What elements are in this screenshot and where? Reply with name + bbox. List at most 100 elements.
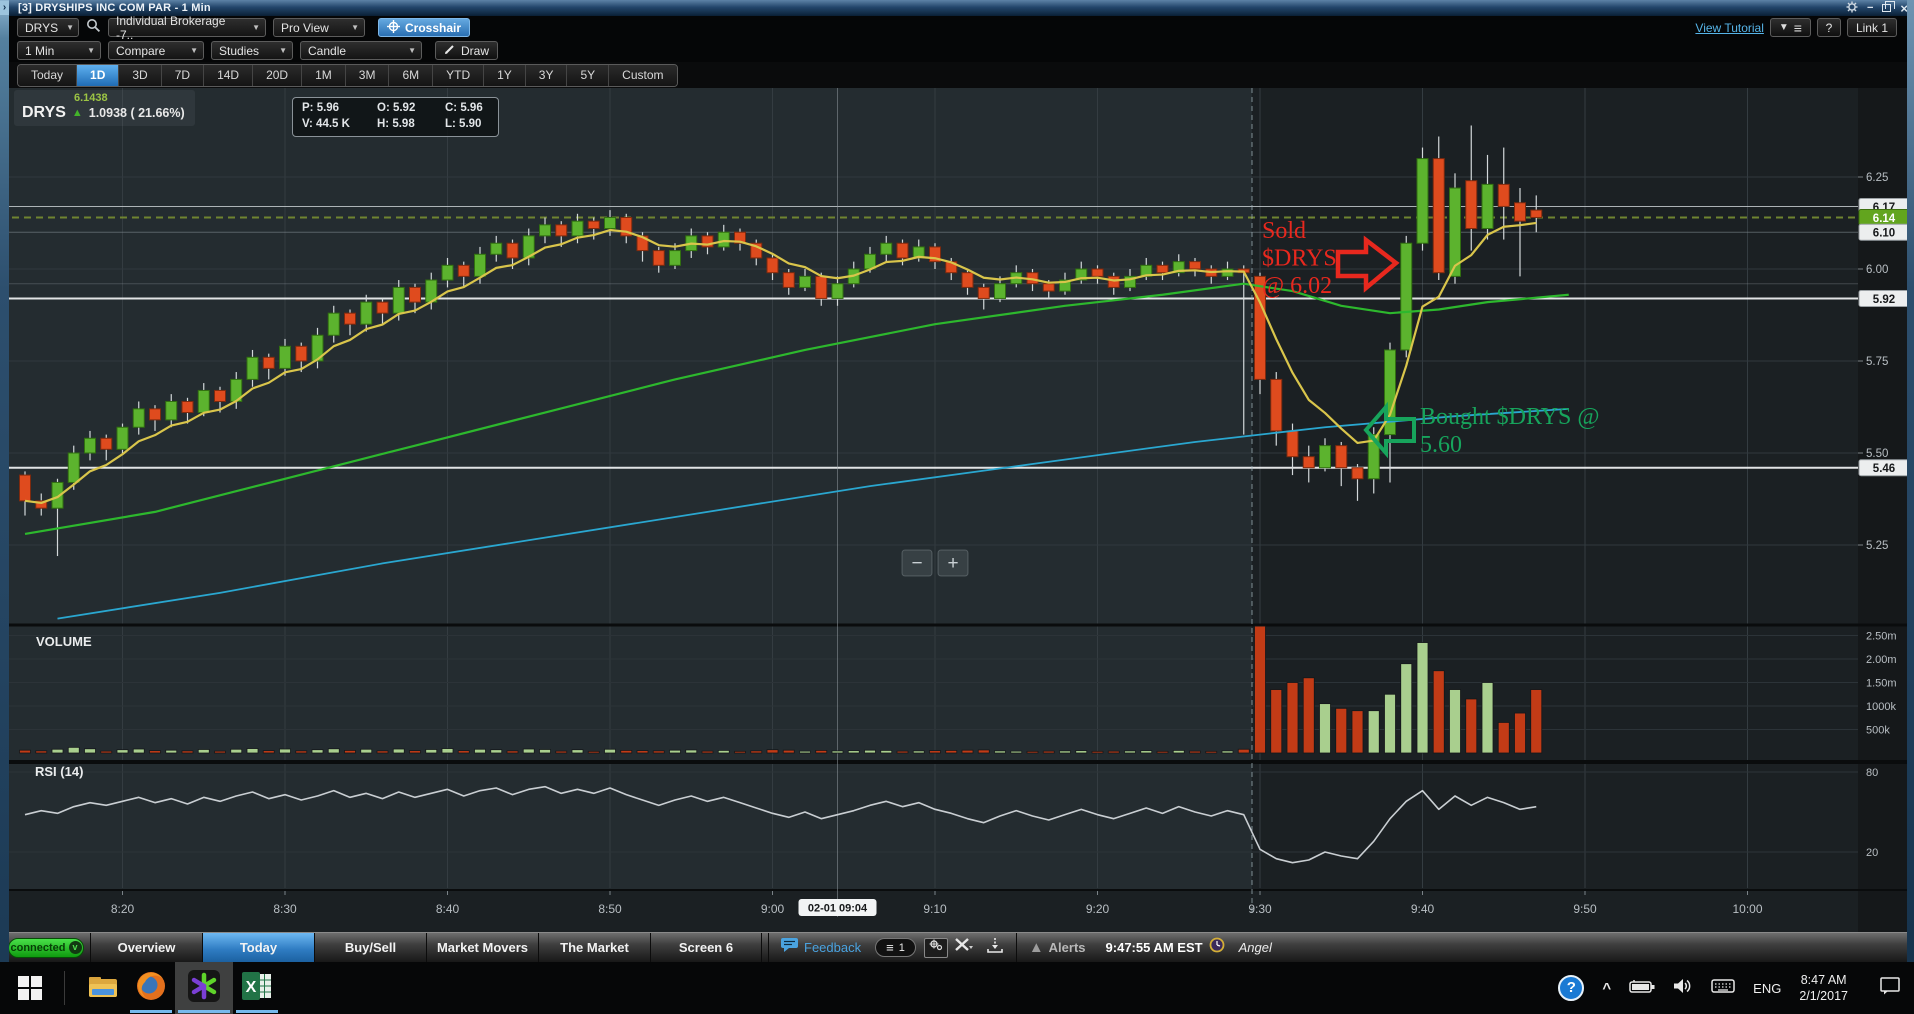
download-icon — [986, 937, 1004, 958]
language-indicator[interactable]: ENG — [1753, 981, 1781, 996]
time-axis-label: 8:50 — [598, 902, 622, 916]
list-icon: ≡ — [886, 940, 894, 955]
interval-select[interactable]: 1 Min ▼ — [17, 41, 101, 60]
status-tab-screen-6[interactable]: Screen 6 — [650, 932, 762, 963]
user-name: Angel — [1238, 940, 1272, 955]
range-tab-ytd[interactable]: YTD — [433, 64, 485, 86]
help-tray-icon[interactable]: ? — [1558, 975, 1585, 1001]
time-axis-label: 8:30 — [273, 902, 297, 916]
gears-icon — [928, 938, 944, 957]
range-tab-7d[interactable]: 7D — [161, 64, 205, 86]
excel-button[interactable]: X — [233, 962, 281, 1014]
ohlc-tooltip: P: 5.96 O: 5.92 C: 5.96 V: 44.5 K H: 5.9… — [292, 97, 499, 137]
range-tab-1y[interactable]: 1Y — [484, 64, 526, 86]
help-button[interactable]: ? — [1816, 18, 1841, 37]
alerts-button[interactable]: ▲ Alerts — [1029, 939, 1086, 956]
quote-badge: 6.1438 DRYS ▲ 1.0938 ( 21.66%) — [14, 90, 195, 126]
range-tab-custom[interactable]: Custom — [609, 64, 677, 86]
export-button[interactable] — [986, 937, 1004, 958]
tooltip-volume: V: 44.5 K — [302, 118, 350, 130]
restore-button[interactable] — [1882, 1, 1896, 12]
range-tab-3y[interactable]: 3Y — [525, 64, 568, 86]
crosshair-time-label: 02-01 09:04 — [808, 903, 868, 915]
taskbar-divider — [64, 971, 65, 1005]
range-tab-3m[interactable]: 3M — [345, 64, 390, 86]
draw-button[interactable]: Draw — [435, 41, 499, 60]
layout-menu-button[interactable]: ▼ ≡ — [1769, 18, 1811, 37]
volume-axis-label: 2.50m — [1866, 631, 1897, 643]
price-axis-label: 6.00 — [1866, 264, 1888, 276]
time-axis-label: 10:00 — [1732, 902, 1762, 916]
price-tag-label: 5.46 — [1873, 463, 1895, 475]
svg-text:X: X — [246, 979, 257, 996]
rsi-axis-label: 80 — [1866, 767, 1878, 779]
firefox-button[interactable] — [127, 962, 175, 1014]
tools-icon — [954, 937, 974, 958]
right-panel-handle[interactable] — [1907, 0, 1914, 962]
rsi-axis-label: 20 — [1866, 847, 1878, 859]
sold-annotation-text: $DRYS — [1262, 246, 1337, 272]
range-tab-3d[interactable]: 3D — [119, 64, 162, 86]
minimize-button[interactable]: − — [1867, 2, 1873, 14]
start-button[interactable] — [6, 962, 54, 1014]
status-tab-overview[interactable]: Overview — [90, 932, 202, 963]
windows-logo-icon — [18, 976, 42, 1000]
last-price: 6.1438 — [74, 92, 108, 104]
tooltip-prev: P: 5.96 — [302, 102, 340, 114]
status-tab-the-market[interactable]: The Market — [538, 932, 650, 963]
rsi-pane-label: RSI (14) — [35, 764, 84, 779]
time-axis-label: 8:20 — [111, 902, 135, 916]
feedback-button[interactable]: Feedback — [781, 937, 861, 958]
tray-chevron-icon[interactable]: ^ — [1602, 980, 1611, 997]
link1-button[interactable]: Link 1 — [1846, 18, 1897, 37]
range-tab-1m[interactable]: 1M — [302, 64, 346, 86]
order-queue-button[interactable]: ≡ 1 — [875, 938, 916, 957]
chart-type-select[interactable]: Candle ▼ — [300, 41, 422, 60]
status-tab-buy-sell[interactable]: Buy/Sell — [314, 932, 426, 963]
active-indicator — [178, 1010, 230, 1013]
gadgets-button[interactable] — [923, 937, 948, 958]
taskbar-clock[interactable]: 8:47 AM 2/1/2017 — [1799, 972, 1848, 1004]
connection-status[interactable]: connected v — [8, 937, 84, 958]
symbol-select[interactable]: DRYS ▼ — [17, 18, 79, 37]
clock-icon — [1209, 937, 1225, 958]
active-indicator — [236, 1010, 278, 1013]
range-tab-20d[interactable]: 20D — [253, 64, 303, 86]
keyboard-icon[interactable] — [1711, 978, 1735, 999]
settings-gear-icon[interactable] — [1846, 1, 1858, 16]
chevron-right-icon[interactable]: › — [0, 1, 9, 15]
speaker-icon[interactable] — [1673, 978, 1693, 999]
zoom-in-button-glyph[interactable]: + — [947, 553, 958, 574]
trading-app-button[interactable] — [175, 962, 233, 1014]
account-select[interactable]: Individual Brokerage -7.. ▼ — [108, 14, 266, 42]
tools-button[interactable] — [954, 937, 974, 958]
view-mode-select[interactable]: Pro View ▼ — [273, 18, 365, 37]
action-center-icon[interactable] — [1880, 976, 1900, 1000]
compare-select[interactable]: Compare ▼ — [108, 41, 204, 60]
status-tab-market-movers[interactable]: Market Movers — [426, 932, 538, 963]
volume-axis-label: 500k — [1866, 725, 1890, 737]
range-tab-5y[interactable]: 5Y — [567, 64, 610, 86]
range-tab-today[interactable]: Today — [18, 64, 78, 86]
range-tab-6m[interactable]: 6M — [389, 64, 434, 86]
range-tab-1d[interactable]: 1D — [77, 64, 120, 86]
search-icon[interactable] — [86, 18, 101, 38]
trading-app-icon — [187, 969, 221, 1008]
active-indicator — [130, 1010, 172, 1013]
range-tab-14d[interactable]: 14D — [204, 64, 254, 86]
zoom-out-button-glyph[interactable]: − — [911, 553, 922, 574]
chart-canvas[interactable]: 8:20 8:30 8:40 8:50 9:00 9:10 9:20 9:30 9:40 9:50… — [0, 88, 1914, 932]
studies-select[interactable]: Studies ▼ — [211, 41, 293, 60]
crosshair-button[interactable]: Crosshair — [378, 18, 471, 37]
left-panel-handle[interactable]: › — [0, 0, 9, 962]
alert-triangle-icon: ▲ — [1028, 939, 1044, 956]
chart-area: 8:20 8:30 8:40 8:50 9:00 9:10 9:20 9:30 9:40 9:50… — [0, 88, 1914, 932]
view-tutorial-link[interactable]: View Tutorial — [1695, 21, 1763, 35]
tooltip-high: H: 5.98 — [377, 118, 415, 130]
status-tab-today[interactable]: Today — [202, 932, 314, 963]
battery-icon[interactable] — [1629, 979, 1655, 998]
file-explorer-button[interactable] — [79, 962, 127, 1014]
chevron-down-icon: ▼ — [279, 46, 287, 55]
price-axis-label: 5.25 — [1866, 540, 1888, 552]
range-tab-bar: Today 1D 3D 7D 14D 20D 1M 3M 6M YTD 1Y 3Y 5Y Custom — [9, 62, 1907, 88]
